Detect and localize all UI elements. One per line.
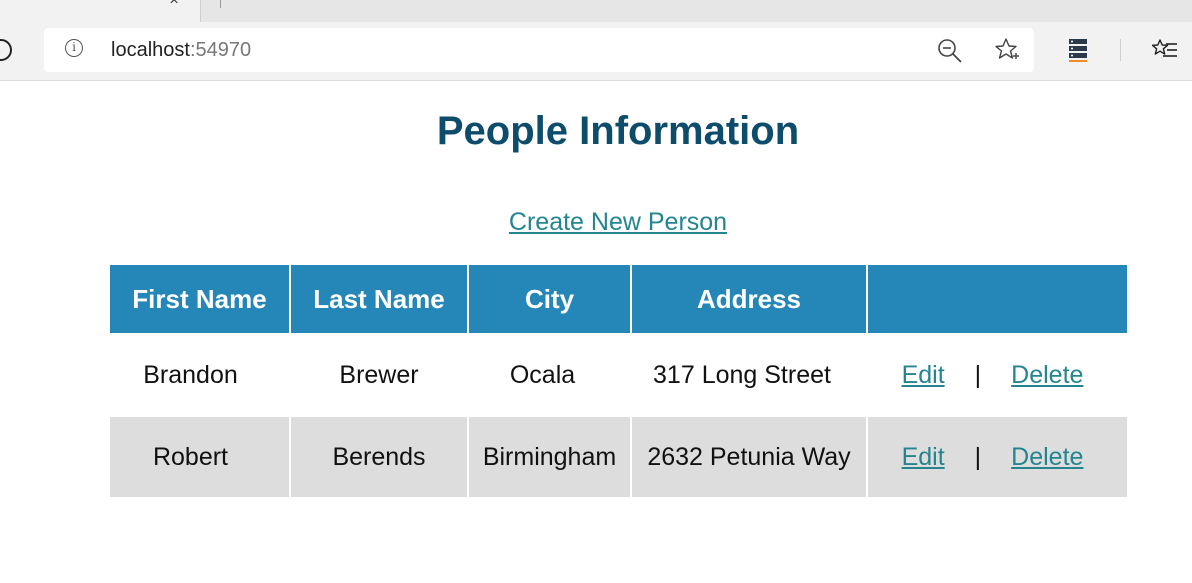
cell-address: 317 Long Street [631,333,868,417]
url-port: :54970 [189,39,252,61]
collections-icon[interactable] [1067,37,1091,63]
cell-city: Birmingham [468,417,632,497]
header-first-name: First Name [110,265,291,333]
zoom-out-icon[interactable] [937,38,963,64]
favorite-star-icon[interactable] [994,37,1020,63]
cell-first-name: Brandon [110,333,291,417]
people-table: First Name Last Name City Address Brando… [110,265,1127,497]
table-row: Brandon Brewer Ocala 317 Long Street Edi… [110,333,1127,417]
create-link-container: Create New Person [0,207,1192,237]
create-new-person-link[interactable]: Create New Person [509,208,727,236]
url-text[interactable]: localhost:54970 [111,39,251,61]
cell-last-name: Berends [290,417,469,497]
action-separator: | [974,442,982,471]
table-row: Robert Berends Birmingham 2632 Petunia W… [110,417,1127,497]
action-separator: | [974,360,982,389]
browser-tab[interactable]: × [0,0,201,22]
header-address: Address [631,265,868,333]
url-host: localhost [111,39,190,61]
header-city: City [468,265,632,333]
cell-city: Ocala [468,333,632,417]
address-bar[interactable]: i localhost:54970 [44,28,1034,72]
cell-address: 2632 Petunia Way [631,417,868,497]
tab-separator [220,0,221,8]
refresh-icon[interactable] [0,39,12,61]
table-header-row: First Name Last Name City Address [110,265,1127,333]
close-icon[interactable]: × [164,0,184,9]
delete-link[interactable]: Delete [1011,361,1083,389]
header-actions [867,265,1127,333]
delete-link[interactable]: Delete [1011,443,1083,471]
cell-actions: Edit | Delete [867,417,1127,497]
page-title: People Information [436,109,800,153]
info-icon[interactable]: i [65,39,83,57]
toolbar-divider [1120,39,1121,61]
tab-strip: × [0,0,1192,22]
header-last-name: Last Name [290,265,469,333]
edit-link[interactable]: Edit [902,443,945,471]
cell-first-name: Robert [110,417,291,497]
edit-link[interactable]: Edit [902,361,945,389]
cell-last-name: Brewer [290,333,469,417]
cell-actions: Edit | Delete [867,333,1127,417]
browser-toolbar: i localhost:54970 [0,22,1192,81]
favorites-list-icon[interactable] [1152,38,1178,62]
